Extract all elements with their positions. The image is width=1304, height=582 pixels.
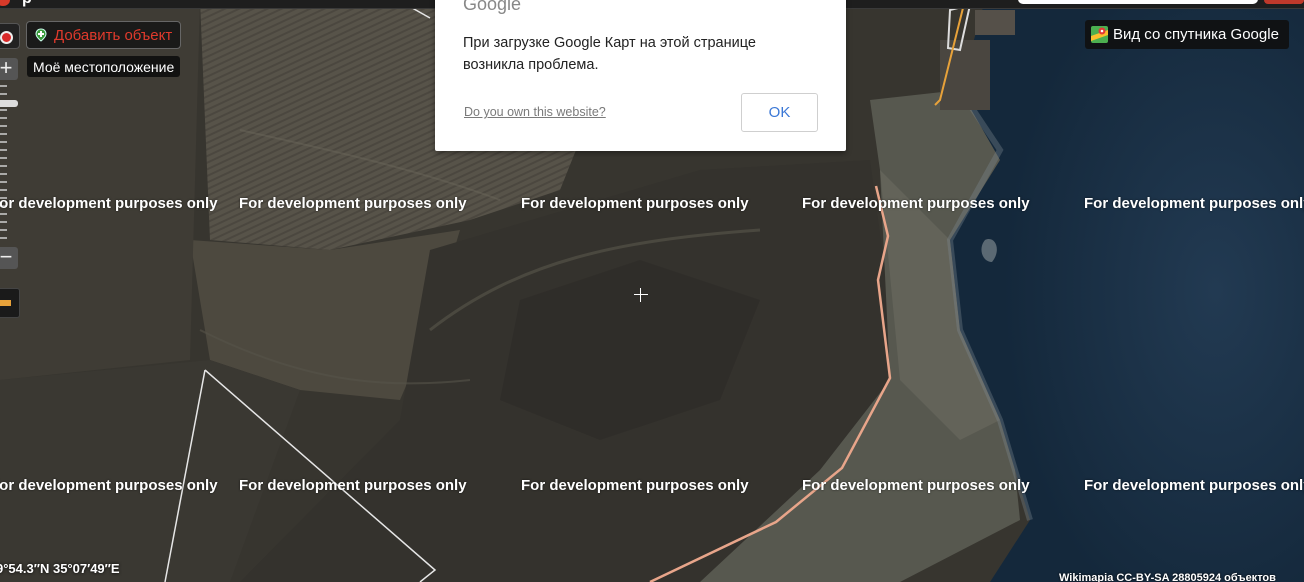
zoom-out-button[interactable]: − — [0, 246, 18, 269]
watermark: For development purposes only — [239, 195, 467, 212]
ruler-button[interactable] — [0, 288, 20, 318]
search-button[interactable] — [1264, 0, 1304, 4]
search-input[interactable] — [1018, 0, 1258, 4]
watermark: For development purposes only — [0, 477, 218, 494]
zoom-slider-handle[interactable] — [0, 100, 18, 107]
watermark: For development purposes only — [521, 477, 749, 494]
watermark: For development purposes only — [521, 195, 749, 212]
maps-error-dialog: Google При загрузке Google Карт на этой … — [435, 0, 846, 151]
watermark: For development purposes only — [0, 195, 218, 212]
add-object-label: Добавить объект — [54, 26, 173, 44]
record-button[interactable] — [0, 23, 20, 49]
ok-button[interactable]: OK — [741, 93, 818, 132]
add-place-icon — [35, 28, 47, 42]
ruler-icon — [0, 300, 11, 306]
watermark: For development purposes only — [802, 195, 1030, 212]
page-title: р — [22, 0, 32, 8]
own-website-link[interactable]: Do you own this website? — [464, 105, 606, 119]
map-attribution: Wikimapia CC-BY-SA 28805924 объектов — [1059, 572, 1276, 582]
satellite-view-label: Вид со спутника Google — [1113, 26, 1279, 43]
add-object-button[interactable]: Добавить объект — [26, 21, 182, 49]
record-icon — [0, 31, 13, 44]
google-maps-icon — [1091, 26, 1108, 43]
watermark: For development purposes only — [1084, 477, 1304, 494]
watermark: For development purposes only — [1084, 195, 1304, 212]
cursor-coordinates: 9°54.3″N 35°07′49″E — [0, 561, 120, 576]
my-location-button[interactable]: Моё местоположение — [27, 56, 181, 77]
map-center-crosshair — [634, 288, 648, 302]
satellite-view-button[interactable]: Вид со спутника Google — [1085, 20, 1289, 49]
logo-icon[interactable] — [0, 0, 10, 6]
zoom-in-button[interactable]: + — [0, 57, 18, 80]
dialog-title: Google — [463, 0, 522, 14]
watermark: For development purposes only — [239, 477, 467, 494]
dialog-message: При загрузке Google Карт на этой страниц… — [463, 35, 756, 73]
watermark: For development purposes only — [802, 477, 1030, 494]
